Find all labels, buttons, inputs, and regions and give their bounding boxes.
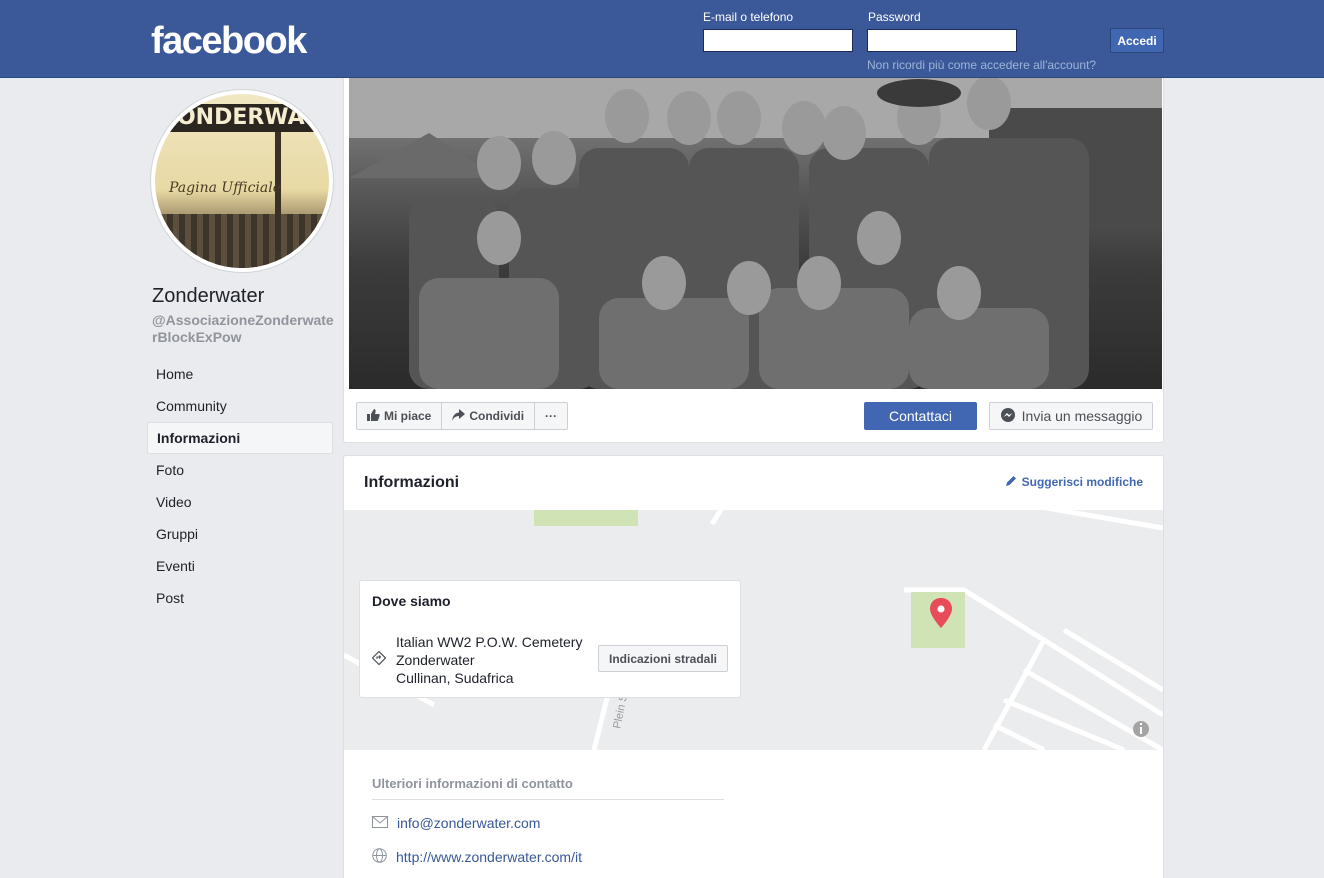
top-bar: facebook E-mail o telefono Password Non … [0,0,1324,78]
nav-item-eventi[interactable]: Eventi [147,550,333,582]
address: Italian WW2 P.O.W. Cemetery Zonderwater … [396,633,582,687]
nav-item-post[interactable]: Post [147,582,333,614]
address-line-1: Italian WW2 P.O.W. Cemetery [396,634,583,650]
directions-diamond-icon [371,650,387,668]
suggest-edits-link[interactable]: Suggerisci modifiche [1005,475,1143,489]
messenger-icon [1000,407,1016,426]
address-line-2: Zonderwater [396,652,475,668]
envelope-icon [372,815,388,831]
avatar-train-image [155,214,329,268]
profile-picture[interactable]: ZONDERWATER Pagina Ufficiale [151,90,333,272]
page-nav: Home Community Informazioni Foto Video G… [147,358,333,614]
avatar-script-text: Pagina Ufficiale [169,180,282,196]
globe-icon [372,848,387,866]
website-contact[interactable]: http://www.zonderwater.com/it [372,848,582,866]
email-contact[interactable]: info@zonderwater.com [372,815,540,831]
location-title: Dove siamo [372,593,451,609]
thumbs-up-icon [367,408,380,424]
avatar-sign: ZONDERWATER [155,104,329,132]
email-label: E-mail o telefono [703,10,794,24]
nav-item-community[interactable]: Community [147,390,333,422]
contact-button[interactable]: Contattaci [864,402,977,430]
share-button[interactable]: Condividi [442,403,536,429]
password-label: Password [868,10,921,24]
suggest-edits-label: Suggerisci modifiche [1021,475,1143,489]
more-options-button[interactable]: ··· [535,403,567,429]
like-label: Mi piace [384,409,432,423]
send-message-button[interactable]: Invia un messaggio [989,402,1153,430]
password-input[interactable] [867,29,1017,52]
email-link[interactable]: info@zonderwater.com [397,815,540,831]
cover-photo[interactable] [349,78,1162,389]
email-input[interactable] [703,29,853,52]
forgot-account-link[interactable]: Non ricordi più come accedere all'accoun… [867,58,1096,72]
nav-item-home[interactable]: Home [147,358,333,390]
website-link[interactable]: http://www.zonderwater.com/it [396,849,582,865]
info-panel: Informazioni Suggerisci modifiche Plein … [343,455,1164,878]
page-handle[interactable]: @AssociazioneZonderwaterBlockExPow [152,312,334,346]
nav-item-video[interactable]: Video [147,486,333,518]
more-contact-heading: Ulteriori informazioni di contatto [372,776,724,800]
address-line-3: Cullinan, Sudafrica [396,670,514,686]
cover-section: Mi piace Condividi ··· Contattaci Invia … [343,78,1164,443]
share-label: Condividi [469,409,525,423]
location-card: Dove siamo Italian WW2 P.O.W. Cemetery Z… [359,580,741,698]
nav-item-foto[interactable]: Foto [147,454,333,486]
nav-item-informazioni[interactable]: Informazioni [147,422,333,454]
info-title: Informazioni [364,474,460,491]
like-button[interactable]: Mi piace [357,403,443,429]
nav-item-gruppi[interactable]: Gruppi [147,518,333,550]
directions-button[interactable]: Indicazioni stradali [598,645,728,672]
pencil-icon [1005,475,1017,489]
cover-photo-figures [349,78,1162,389]
page-name[interactable]: Zonderwater [152,285,264,308]
facebook-logo[interactable]: facebook [151,20,307,63]
profile-picture-image: ZONDERWATER Pagina Ufficiale [155,94,329,268]
login-button[interactable]: Accedi [1110,28,1164,53]
page-action-buttons: Mi piace Condividi ··· [356,402,569,430]
share-arrow-icon [452,408,466,424]
location-map[interactable]: Plein St Dove siamo Italian WW2 P.O.W. C… [344,510,1163,750]
send-message-label: Invia un messaggio [1021,408,1143,424]
